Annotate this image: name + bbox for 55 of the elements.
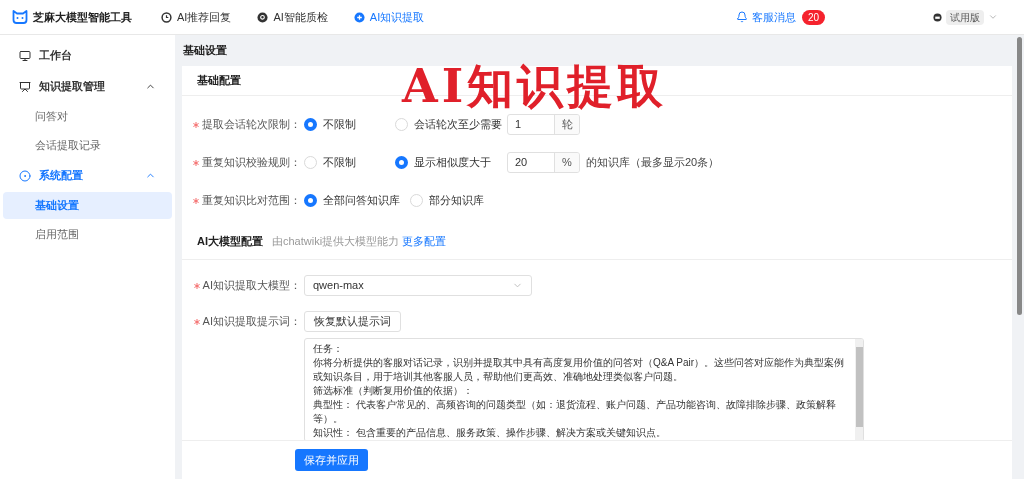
nav-tab[interactable]: AI推荐回复 [161,8,232,26]
target-icon [19,169,31,182]
field-label: AI知识提取大模型： [202,278,301,294]
cat-logo-icon [12,10,28,24]
sidebar-item[interactable]: 系统配置 [3,160,172,191]
nav-tab[interactable]: AI知识提取 [353,8,425,26]
field-label: 重复知识校验规则： [202,155,301,171]
radio-button[interactable] [304,194,317,208]
sidebar-subitem[interactable]: 启用范围 [3,221,172,248]
bell-icon [735,11,748,23]
section-title: 基础配置 [197,73,241,89]
breadcrumb: 基础设置 [182,43,227,59]
section-subtitle: 由chatwiki提供大模型能力 [272,234,400,250]
plan-badge: 试用版 [946,9,984,25]
save-button[interactable]: 保存并应用 [295,449,368,471]
scrollbar[interactable] [1017,37,1022,315]
message-count-badge: 20 [801,9,825,25]
sidebar-subitem[interactable]: 问答对 [3,103,172,130]
reset-prompt-button[interactable]: 恢复默认提示词 [304,311,401,332]
more-config-link[interactable]: 更多配置 [402,233,447,250]
sidebar-subitem[interactable]: 基础设置 [3,192,172,219]
radio-label[interactable]: 显示相似度大于 [414,154,491,171]
prompt-line: 知识性： 包含重要的产品信息、服务政策、操作步骤、解决方案或关键知识点。 [313,426,666,440]
radio-label[interactable]: 全部问答知识库 [323,192,400,209]
prompt-line: 筛选标准（判断复用价值的依据）： [313,384,473,398]
radio-label[interactable]: 不限制 [323,116,356,133]
hint-text: 的知识库（最多显示20条） [586,155,720,171]
field-label: 提取会话轮次限制： [202,117,301,133]
field-label: 重复知识比对范围： [202,193,301,209]
monitor-icon [19,49,31,62]
clock-icon [161,11,172,23]
prompt-line: 或知识条目，用于培训其他客服人员，帮助他们更高效、准确地处理类似客户问题。 [313,370,683,384]
sidebar-item[interactable]: 工作台 [3,40,172,71]
scrollbar[interactable] [855,339,863,441]
prompt-line: 等）。 [313,412,343,426]
sidebar-subitem[interactable]: 会话提取记录 [3,132,172,159]
radio-label[interactable]: 部分知识库 [429,192,484,209]
radio-label[interactable]: 会话轮次至少需要 [414,116,502,133]
section-title: AI大模型配置 [197,234,263,250]
prompt-line: 典型性： 代表客户常见的、高频咨询的问题类型（如：退货流程、账户问题、产品功能咨询、故障排除步骤、政策解释 [313,398,836,412]
overlay-caption: AI知识提取 [402,59,668,113]
nav-tab[interactable]: AI智能质检 [257,8,328,26]
caret-icon[interactable] [988,12,998,22]
field-label: AI知识提取提示词： [202,314,301,330]
app-title: 芝麻大模型智能工具 [33,9,133,25]
messages-link[interactable]: 客服消息 [751,8,796,26]
sidebar-item[interactable]: 知识提取管理 [3,71,172,102]
radio-label[interactable]: 不限制 [323,154,356,171]
prompt-line: 任务： [313,342,343,356]
screen-icon [19,80,31,93]
radio-button[interactable] [395,156,408,170]
prompt-line: 你将分析提供的客服对话记录，识别并提取其中具有高度复用价值的问答对（Q&A Pair）。这些问答对应能作为典型案例 [313,356,845,370]
model-select[interactable]: qwen-max [304,275,532,296]
plus-circle-icon [353,11,365,23]
radio-button[interactable] [304,118,317,132]
